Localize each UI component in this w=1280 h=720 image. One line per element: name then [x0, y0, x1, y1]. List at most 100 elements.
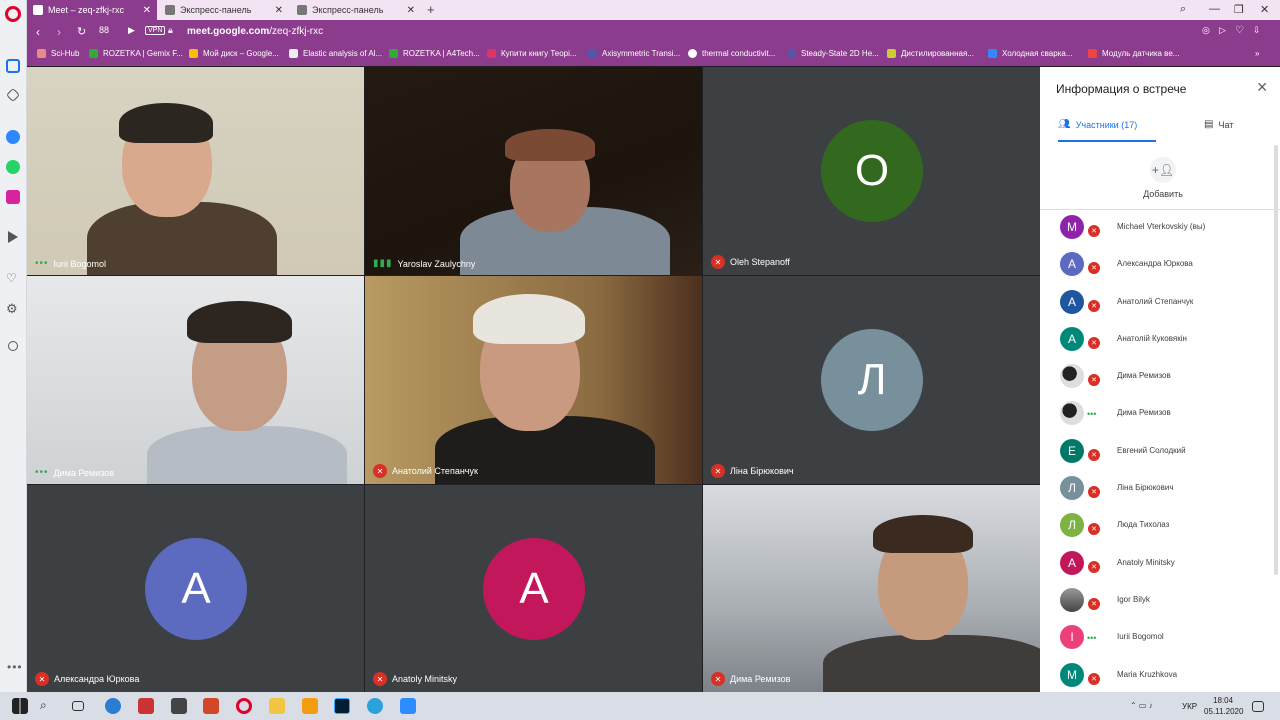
tray-icons[interactable]: ⌃ ▭ ♪ — [1130, 701, 1153, 710]
bookmark[interactable]: Купити книгу Теорі... — [487, 49, 577, 58]
photoshop-icon[interactable] — [334, 698, 350, 714]
vpn-badge[interactable]: VPN — [145, 26, 166, 35]
more-bookmarks-icon[interactable]: » — [1255, 49, 1259, 58]
close-tab-icon[interactable]: ✕ — [407, 5, 415, 16]
back-button[interactable]: ‹ — [36, 25, 40, 39]
telegram-icon[interactable] — [367, 698, 383, 714]
bookmark[interactable]: Модуль датчика ве... — [1088, 49, 1179, 58]
participant-row[interactable]: M ✕ Maria Kruzhkova — [1040, 657, 1272, 694]
opera-logo-icon[interactable] — [5, 6, 21, 22]
add-people-button[interactable]: +👤︎ Добавить — [1138, 157, 1188, 199]
share-icon[interactable]: ▷ — [1219, 25, 1226, 36]
participant-name: Iurii Bogomol — [1117, 632, 1164, 642]
tab-participants[interactable]: 👥︎ Участники (17) — [1058, 119, 1137, 130]
messenger-icon[interactable] — [6, 130, 20, 144]
reload-button[interactable]: ↻ — [77, 25, 86, 38]
download-icon[interactable]: ⇩ — [1253, 25, 1261, 36]
search-icon[interactable]: ⌕ — [40, 698, 56, 714]
file-explorer-icon[interactable] — [269, 698, 285, 714]
start-icon[interactable] — [12, 698, 28, 714]
calculator-icon[interactable] — [171, 698, 187, 714]
video-tile[interactable]: А ✕ Александра Юркова — [27, 485, 364, 692]
participant-row[interactable]: I ••• Iurii Bogomol — [1040, 619, 1272, 656]
tab-speed-dial-2[interactable]: Экспресс-панель ✕ — [291, 0, 421, 20]
video-tile[interactable]: Л ✕ Ліна Бірюкович — [703, 276, 1040, 484]
participant-row[interactable]: А ✕ Анатолій Куковякін — [1040, 321, 1272, 358]
minimize-button[interactable]: — — [1209, 3, 1220, 15]
close-window-button[interactable]: ✕ — [1260, 3, 1269, 16]
bookmark[interactable]: ROZETKA | A4Tech... — [389, 49, 480, 58]
participant-row[interactable]: M ✕ Michael Vterkovskiy (вы) — [1040, 209, 1272, 246]
forward-button[interactable]: › — [57, 25, 61, 39]
bookmark[interactable]: Мой диск – Google... — [189, 49, 279, 58]
video-tile[interactable]: ••• Iurii Bogomol — [27, 67, 364, 275]
video-tile[interactable]: O ✕ Oleh Stepanoff — [703, 67, 1040, 275]
heart-icon[interactable]: ♡ — [1235, 25, 1244, 36]
mic-off-icon: ✕ — [1087, 261, 1101, 276]
close-panel-icon[interactable]: ✕ — [1256, 79, 1268, 96]
task-view-icon[interactable] — [72, 701, 84, 711]
heart-icon[interactable]: ♡ — [6, 271, 20, 285]
video-tile[interactable]: ••• Дима Ремизов — [27, 276, 364, 484]
search-tabs-icon[interactable]: ⌕ — [1180, 3, 1186, 16]
bookmark[interactable]: Axisymmetric Transi... — [588, 49, 680, 58]
new-tab-button[interactable]: + — [427, 2, 435, 17]
participant-name: Дима Ремизов — [1117, 371, 1171, 381]
settings-icon[interactable]: ⚙ — [6, 301, 20, 316]
avatar-photo — [1060, 401, 1084, 426]
add-person-icon: +👤︎ — [1150, 157, 1176, 183]
app-icon[interactable] — [138, 698, 154, 714]
clock-date[interactable]: 05.11.2020 — [1204, 707, 1243, 716]
participant-row[interactable]: А ✕ Анатолий Степанчук — [1040, 284, 1272, 321]
participant-row[interactable]: ✕ Igor Bilyk — [1040, 582, 1272, 619]
instagram-icon[interactable] — [6, 190, 20, 204]
participant-row[interactable]: Л ✕ Люда Тихолаз — [1040, 507, 1272, 544]
video-tile[interactable]: ✕ Анатолий Степанчук — [365, 276, 702, 484]
bookmark[interactable]: Sci-Hub — [37, 49, 79, 58]
participant-row[interactable]: Е ✕ Евгений Солодкий — [1040, 433, 1272, 470]
participant-name: Дима Ремизов — [1117, 408, 1171, 418]
close-tab-icon[interactable]: ✕ — [275, 5, 283, 16]
participant-list-scrollbar[interactable] — [1274, 145, 1278, 575]
add-people-label: Добавить — [1143, 189, 1183, 199]
video-tile[interactable]: ✕ Дима Ремизов — [703, 485, 1040, 692]
bookmark[interactable]: Steady-State 2D He... — [787, 49, 879, 58]
participant-name: Люда Тихолаз — [1117, 520, 1170, 530]
video-tile[interactable]: ▮▮▮ Yaroslav Zaulychny — [365, 67, 702, 275]
app-icon[interactable] — [302, 698, 318, 714]
tab-meet[interactable]: Meet – zeq-zfkj-rxc ✕ — [27, 0, 157, 20]
bookmark[interactable]: ROZETKA | Gemix F... — [89, 49, 183, 58]
participant-row[interactable]: А ✕ Александра Юркова — [1040, 246, 1272, 283]
url-field[interactable]: meet.google.com/zeq-zfkj-rxc — [187, 26, 323, 37]
maximize-button[interactable]: ❐ — [1234, 3, 1244, 16]
speed-dial-button[interactable]: 88 — [99, 25, 109, 35]
participant-row[interactable]: A ✕ Anatoly Minitsky — [1040, 545, 1272, 582]
notifications-icon[interactable] — [1252, 701, 1264, 712]
tab-chat[interactable]: ▤ Чат — [1204, 119, 1233, 130]
bookmark[interactable]: Холодная сварка... — [988, 49, 1073, 58]
participant-row[interactable]: ••• Дима Ремизов — [1040, 395, 1272, 432]
participant-row[interactable]: Л ✕ Ліна Бірюкович — [1040, 470, 1272, 507]
language-indicator[interactable]: УКР — [1182, 702, 1197, 711]
send-icon[interactable] — [8, 231, 18, 243]
bookmarks-icon[interactable] — [5, 87, 21, 103]
snapshot-icon[interactable]: ◎ — [1202, 25, 1210, 36]
speed-dial-icon[interactable] — [6, 59, 20, 73]
opera-icon[interactable] — [236, 698, 252, 714]
tips-icon[interactable] — [8, 341, 18, 351]
clock-time[interactable]: 18:04 — [1213, 696, 1233, 705]
whatsapp-icon[interactable] — [6, 160, 20, 174]
app-icon[interactable] — [203, 698, 219, 714]
participant-row[interactable]: ✕ Дима Ремизов — [1040, 358, 1272, 395]
bookmark[interactable]: Дистилированная... — [887, 49, 974, 58]
bookmark[interactable]: thermal conductivit... — [688, 49, 775, 58]
zoom-icon[interactable] — [400, 698, 416, 714]
more-icon[interactable]: ••• — [7, 660, 23, 674]
speed-dial-favicon-icon — [297, 5, 307, 15]
edge-icon[interactable] — [105, 698, 121, 714]
close-tab-icon[interactable]: ✕ — [143, 5, 151, 16]
bookmark[interactable]: Elastic analysis of Al... — [289, 49, 382, 58]
avatar: I — [1060, 625, 1084, 650]
tab-speed-dial-1[interactable]: Экспресс-панель ✕ — [159, 0, 289, 20]
video-tile[interactable]: А ✕ Anatoly Minitsky — [365, 485, 702, 692]
